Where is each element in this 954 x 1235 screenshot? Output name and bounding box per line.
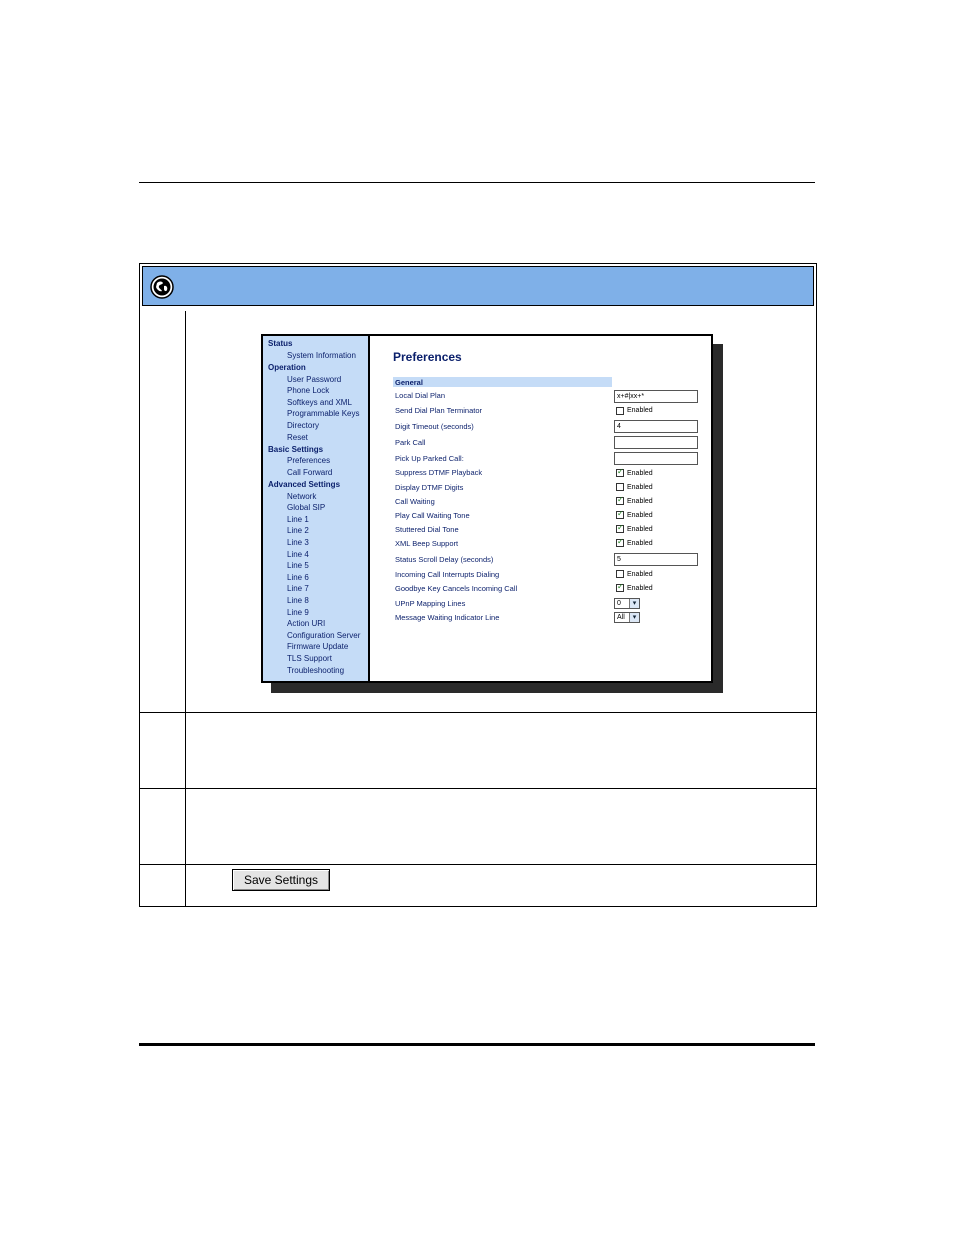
step-column-divider bbox=[185, 311, 186, 906]
sidebar-item-troubleshooting[interactable]: Troubleshooting bbox=[287, 666, 344, 675]
play-call-waiting-tone-checkbox[interactable] bbox=[616, 509, 624, 519]
row-divider bbox=[140, 788, 816, 789]
sidebar-item-reset[interactable]: Reset bbox=[287, 433, 308, 442]
footer-rule bbox=[139, 1043, 815, 1046]
status-scroll-delay-input[interactable]: 5 bbox=[614, 553, 698, 566]
sidebar-item-line-8[interactable]: Line 8 bbox=[287, 596, 309, 605]
send-dial-plan-terminator-checkbox[interactable] bbox=[616, 407, 624, 415]
goodbye-key-cancels-checkbox[interactable] bbox=[616, 582, 624, 592]
sidebar-item-firmware-update[interactable]: Firmware Update bbox=[287, 642, 348, 651]
row-divider bbox=[140, 712, 816, 713]
sidebar-item-preferences[interactable]: Preferences bbox=[287, 456, 330, 465]
upnp-mapping-lines-value: 0 bbox=[617, 600, 621, 607]
display-dtmf-label: Display DTMF Digits bbox=[395, 483, 464, 492]
save-settings-button[interactable]: Save Settings bbox=[232, 869, 330, 891]
local-dial-plan-input[interactable]: x+#|xx+* bbox=[614, 390, 698, 403]
preferences-content: Preferences General Local Dial Plan x+#|… bbox=[370, 336, 711, 681]
sidebar-item-line-4[interactable]: Line 4 bbox=[287, 550, 309, 559]
local-dial-plan-label: Local Dial Plan bbox=[395, 391, 446, 400]
enabled-label: Enabled bbox=[627, 571, 653, 578]
sidebar-item-global-sip[interactable]: Global SIP bbox=[287, 503, 325, 512]
goodbye-key-cancels-label: Goodbye Key Cancels Incoming Call bbox=[395, 584, 518, 593]
mwi-line-select[interactable]: All ▾ bbox=[614, 612, 640, 623]
xml-beep-support-checkbox[interactable] bbox=[616, 537, 624, 547]
sidebar-item-softkeys-xml[interactable]: Softkeys and XML bbox=[287, 398, 352, 407]
sidebar-item-programmable-keys[interactable]: Programmable Keys bbox=[287, 409, 359, 418]
play-call-waiting-tone-label: Play Call Waiting Tone bbox=[395, 511, 470, 520]
call-waiting-label: Call Waiting bbox=[395, 497, 435, 506]
incoming-call-interrupts-label: Incoming Call Interrupts Dialing bbox=[395, 570, 500, 579]
sidebar-item-tls-support[interactable]: TLS Support bbox=[287, 654, 332, 663]
digit-timeout-label: Digit Timeout (seconds) bbox=[395, 422, 474, 431]
chevron-down-icon: ▾ bbox=[629, 599, 639, 608]
send-dial-plan-terminator-label: Send Dial Plan Terminator bbox=[395, 406, 482, 415]
general-section-label: General bbox=[395, 378, 423, 387]
general-section-bar bbox=[393, 377, 612, 387]
row-divider bbox=[140, 864, 816, 865]
enabled-label: Enabled bbox=[627, 407, 653, 414]
sidebar-item-line-6[interactable]: Line 6 bbox=[287, 573, 309, 582]
enabled-label: Enabled bbox=[627, 470, 653, 477]
sidebar-item-line-2[interactable]: Line 2 bbox=[287, 526, 309, 535]
header-rule bbox=[139, 182, 815, 183]
display-dtmf-checkbox[interactable] bbox=[616, 483, 624, 491]
sidebar-item-system-information[interactable]: System Information bbox=[287, 351, 356, 360]
digit-timeout-input[interactable]: 4 bbox=[614, 420, 698, 433]
enabled-label: Enabled bbox=[627, 540, 653, 547]
sidebar-item-line-9[interactable]: Line 9 bbox=[287, 608, 309, 617]
suppress-dtmf-checkbox[interactable] bbox=[616, 467, 624, 477]
mwi-line-value: All bbox=[617, 614, 625, 621]
chevron-down-icon: ▾ bbox=[629, 613, 639, 622]
sidebar-item-network[interactable]: Network bbox=[287, 492, 316, 501]
park-call-input[interactable] bbox=[614, 436, 698, 449]
enabled-label: Enabled bbox=[627, 484, 653, 491]
sidebar-section-basic-settings: Basic Settings bbox=[268, 445, 324, 454]
sidebar-item-line-7[interactable]: Line 7 bbox=[287, 584, 309, 593]
web-ui-screenshot: Status System Information Operation User… bbox=[261, 334, 713, 683]
sidebar-item-phone-lock[interactable]: Phone Lock bbox=[287, 386, 329, 395]
table-banner bbox=[142, 266, 814, 306]
sidebar-item-line-3[interactable]: Line 3 bbox=[287, 538, 309, 547]
upnp-mapping-lines-label: UPnP Mapping Lines bbox=[395, 599, 466, 608]
sidebar-item-directory[interactable]: Directory bbox=[287, 421, 319, 430]
status-scroll-delay-label: Status Scroll Delay (seconds) bbox=[395, 555, 494, 564]
sidebar-item-line-1[interactable]: Line 1 bbox=[287, 515, 309, 524]
suppress-dtmf-label: Suppress DTMF Playback bbox=[395, 468, 483, 477]
stuttered-dial-tone-label: Stuttered Dial Tone bbox=[395, 525, 459, 534]
sidebar-item-action-uri[interactable]: Action URI bbox=[287, 619, 325, 628]
pick-up-parked-call-label: Pick Up Parked Call: bbox=[395, 454, 464, 463]
enabled-label: Enabled bbox=[627, 526, 653, 533]
sidebar-item-call-forward[interactable]: Call Forward bbox=[287, 468, 332, 477]
enabled-label: Enabled bbox=[627, 498, 653, 505]
xml-beep-support-label: XML Beep Support bbox=[395, 539, 459, 548]
sidebar-item-configuration-server[interactable]: Configuration Server bbox=[287, 631, 360, 640]
globe-icon bbox=[150, 275, 174, 299]
upnp-mapping-lines-select[interactable]: 0 ▾ bbox=[614, 598, 640, 609]
enabled-label: Enabled bbox=[627, 585, 653, 592]
incoming-call-interrupts-checkbox[interactable] bbox=[616, 570, 624, 578]
enabled-label: Enabled bbox=[627, 512, 653, 519]
sidebar-section-operation: Operation bbox=[268, 363, 306, 372]
stuttered-dial-tone-checkbox[interactable] bbox=[616, 523, 624, 533]
pick-up-parked-call-input[interactable] bbox=[614, 452, 698, 465]
park-call-label: Park Call bbox=[395, 438, 426, 447]
mwi-line-label: Message Waiting Indicator Line bbox=[395, 613, 500, 622]
call-waiting-checkbox[interactable] bbox=[616, 495, 624, 505]
sidebar-section-advanced-settings: Advanced Settings bbox=[268, 480, 341, 489]
sidebar-item-line-5[interactable]: Line 5 bbox=[287, 561, 309, 570]
procedure-table: Status System Information Operation User… bbox=[139, 263, 817, 907]
sidebar-section-status: Status bbox=[268, 339, 293, 348]
sidebar-item-user-password[interactable]: User Password bbox=[287, 375, 341, 384]
page-title: Preferences bbox=[393, 350, 462, 364]
sidebar: Status System Information Operation User… bbox=[263, 336, 370, 681]
